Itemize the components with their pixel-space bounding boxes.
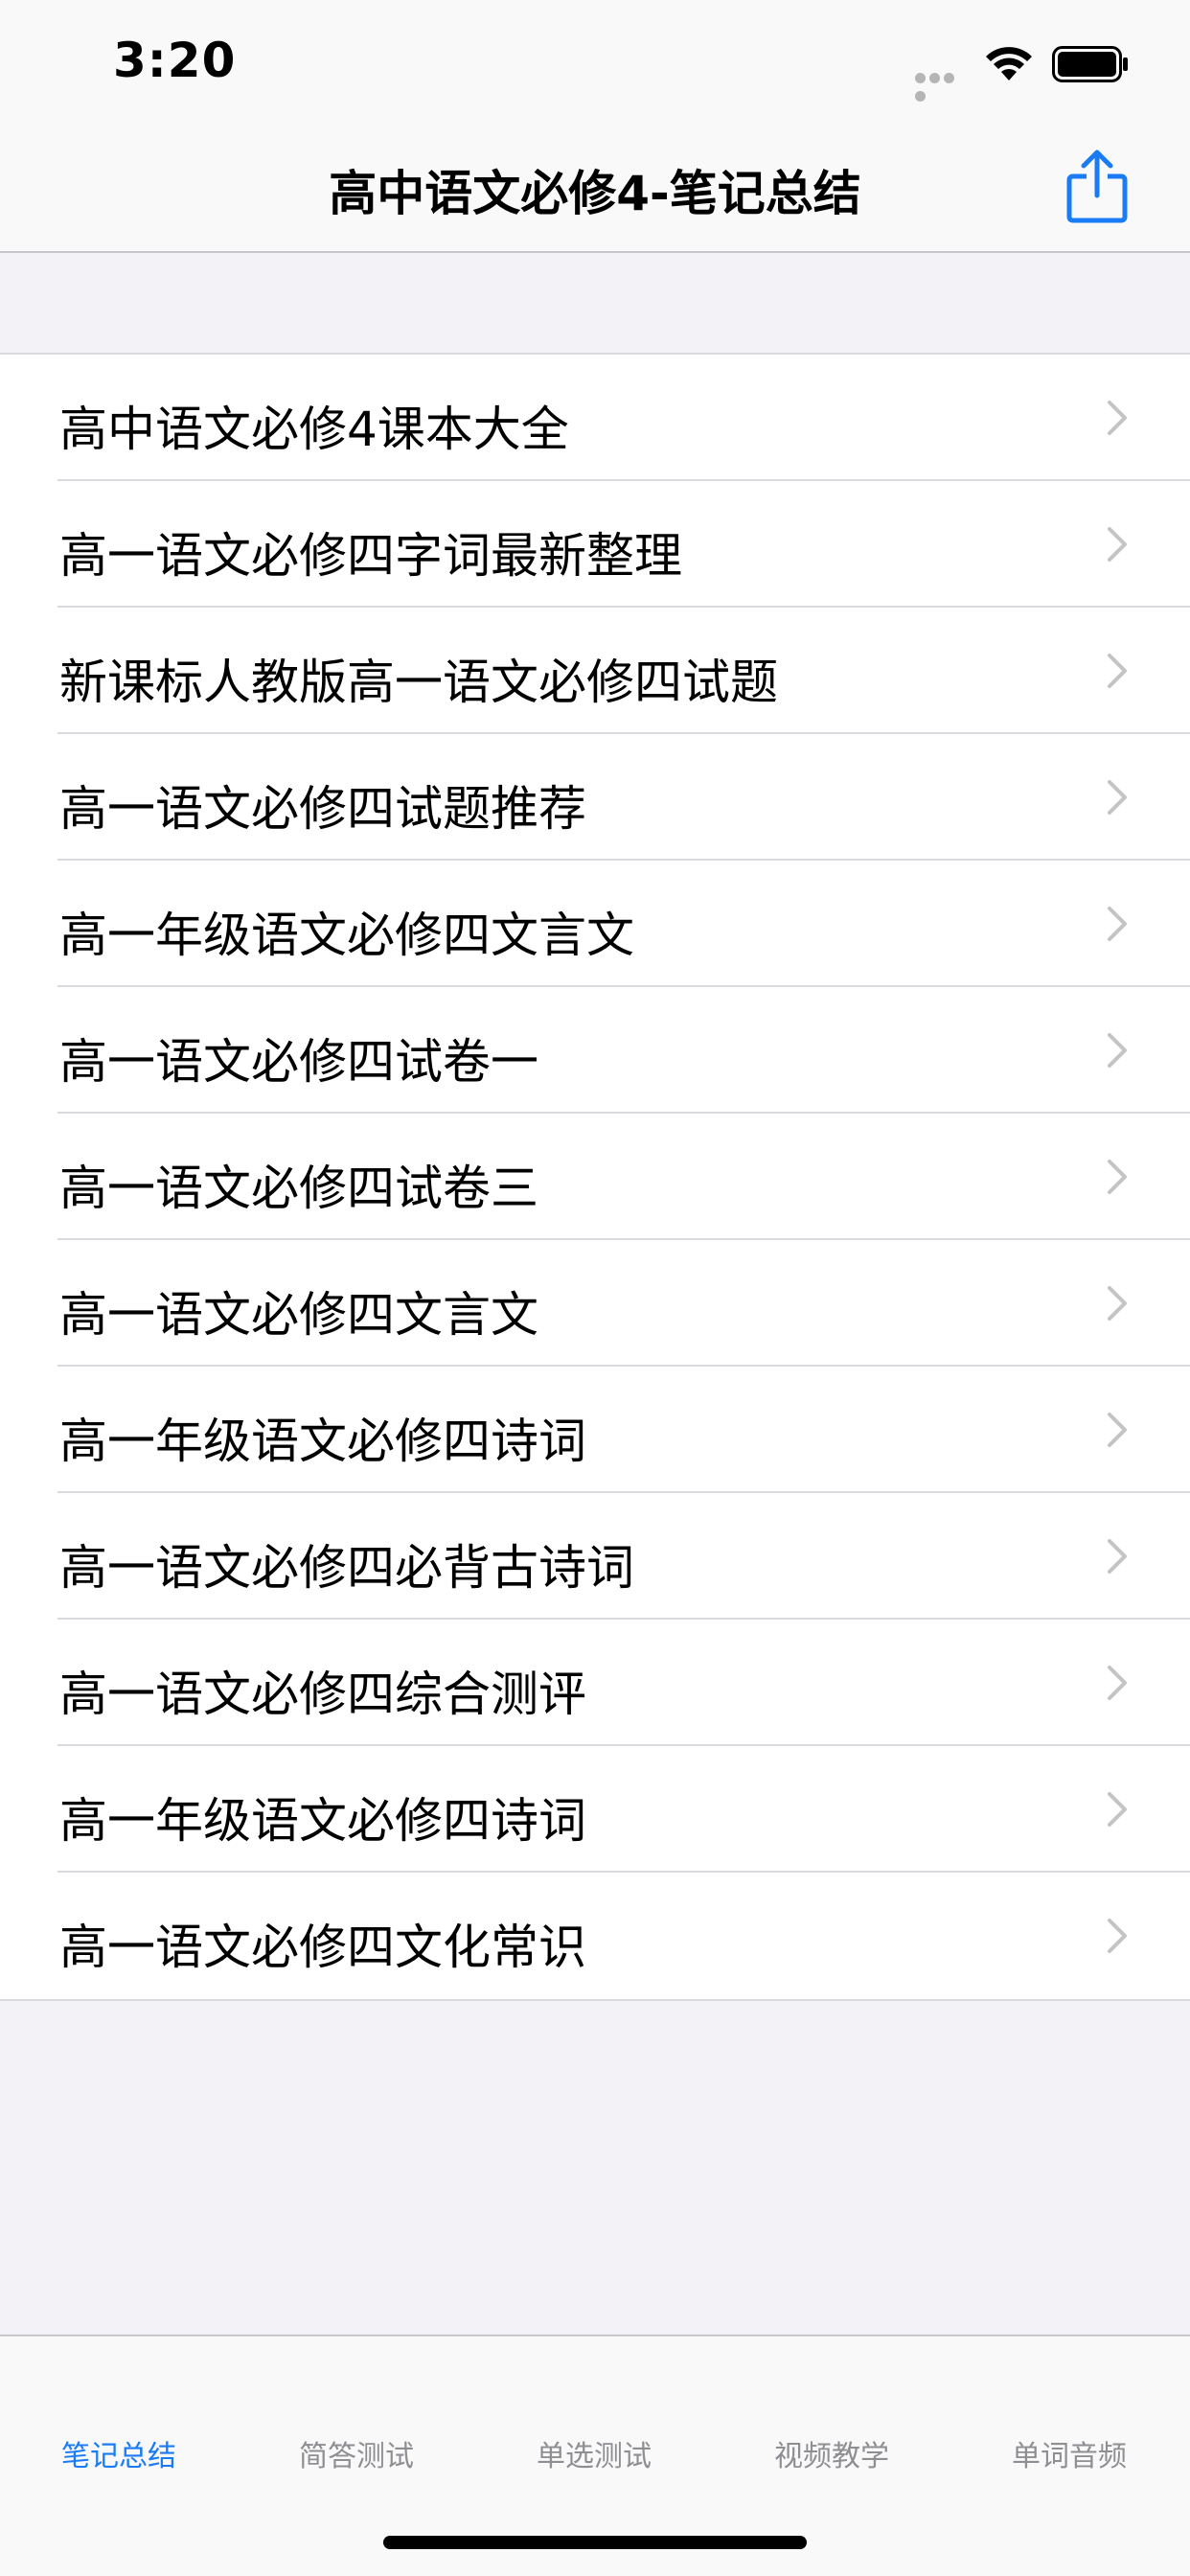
tab-short-answer-test[interactable]: 简答测试 — [238, 2432, 475, 2474]
list-item[interactable]: 高一语文必修四试卷三 — [0, 1114, 1190, 1240]
list-item-label: 高一语文必修四试卷三 — [59, 1161, 538, 1216]
list-item-label: 高一语文必修四综合测评 — [59, 1667, 586, 1722]
list-item[interactable]: 新课标人教版高一语文必修四试题 — [0, 608, 1190, 734]
chevron-right-icon — [1108, 1792, 1127, 1827]
chevron-right-icon — [1108, 654, 1127, 688]
list-item[interactable]: 高一语文必修四文化常识 — [0, 1873, 1190, 1999]
status-time: 3:20 — [113, 33, 237, 88]
list-item[interactable]: 高一语文必修四必背古诗词 — [0, 1493, 1190, 1620]
list-item-label: 新课标人教版高一语文必修四试题 — [59, 655, 778, 710]
cellular-signal-icon — [915, 69, 971, 102]
list-item-label: 高一语文必修四文言文 — [59, 1287, 538, 1343]
home-indicator — [383, 2536, 807, 2549]
chevron-right-icon — [1108, 1160, 1127, 1194]
list-item-label: 高一语文必修四文化常识 — [59, 1920, 586, 1975]
chevron-right-icon — [1108, 1539, 1127, 1574]
list-item[interactable]: 高一语文必修四试题推荐 — [0, 734, 1190, 861]
notes-list: 高中语文必修4课本大全 高一语文必修四字词最新整理 新课标人教版高一语文必修四试… — [0, 353, 1190, 2001]
tab-notes-summary[interactable]: 笔记总结 — [0, 2432, 238, 2474]
chevron-right-icon — [1108, 527, 1127, 562]
list-item-label: 高一语文必修四试卷一 — [59, 1034, 538, 1090]
list-item-label: 高一语文必修四必背古诗词 — [59, 1540, 634, 1596]
list-item[interactable]: 高一语文必修四综合测评 — [0, 1620, 1190, 1746]
chevron-right-icon — [1108, 1919, 1127, 1953]
list-item-label: 高一语文必修四字词最新整理 — [59, 528, 682, 584]
list-item-label: 高一年级语文必修四诗词 — [59, 1793, 586, 1849]
navigation-bar: 高中语文必修4-笔记总结 — [0, 126, 1190, 253]
list-item-label: 高一年级语文必修四文言文 — [59, 908, 634, 963]
list-item-label: 高一年级语文必修四诗词 — [59, 1414, 586, 1469]
chevron-right-icon — [1108, 780, 1127, 815]
list-item[interactable]: 高一语文必修四试卷一 — [0, 987, 1190, 1114]
page-title: 高中语文必修4-笔记总结 — [329, 166, 861, 221]
chevron-right-icon — [1108, 1286, 1127, 1321]
wifi-icon — [986, 47, 1032, 80]
list-item-label: 高中语文必修4课本大全 — [59, 402, 569, 457]
list-item-label: 高一语文必修四试题推荐 — [59, 781, 586, 837]
list-item[interactable]: 高一语文必修四文言文 — [0, 1240, 1190, 1367]
list-item[interactable]: 高一年级语文必修四诗词 — [0, 1367, 1190, 1493]
chevron-right-icon — [1108, 1666, 1127, 1700]
tab-word-audio[interactable]: 单词音频 — [950, 2432, 1188, 2474]
battery-icon — [1052, 46, 1128, 82]
chevron-right-icon — [1108, 401, 1127, 435]
status-bar: 3:20 — [0, 0, 1190, 126]
list-item[interactable]: 高一年级语文必修四文言文 — [0, 861, 1190, 987]
tab-single-choice-test[interactable]: 单选测试 — [475, 2432, 713, 2474]
chevron-right-icon — [1108, 907, 1127, 941]
share-icon[interactable] — [1064, 148, 1131, 224]
chevron-right-icon — [1108, 1413, 1127, 1447]
tab-video-teaching[interactable]: 视频教学 — [713, 2432, 950, 2474]
list-item[interactable]: 高一年级语文必修四诗词 — [0, 1746, 1190, 1873]
chevron-right-icon — [1108, 1033, 1127, 1068]
list-item[interactable]: 高中语文必修4课本大全 — [0, 355, 1190, 481]
list-item[interactable]: 高一语文必修四字词最新整理 — [0, 481, 1190, 608]
